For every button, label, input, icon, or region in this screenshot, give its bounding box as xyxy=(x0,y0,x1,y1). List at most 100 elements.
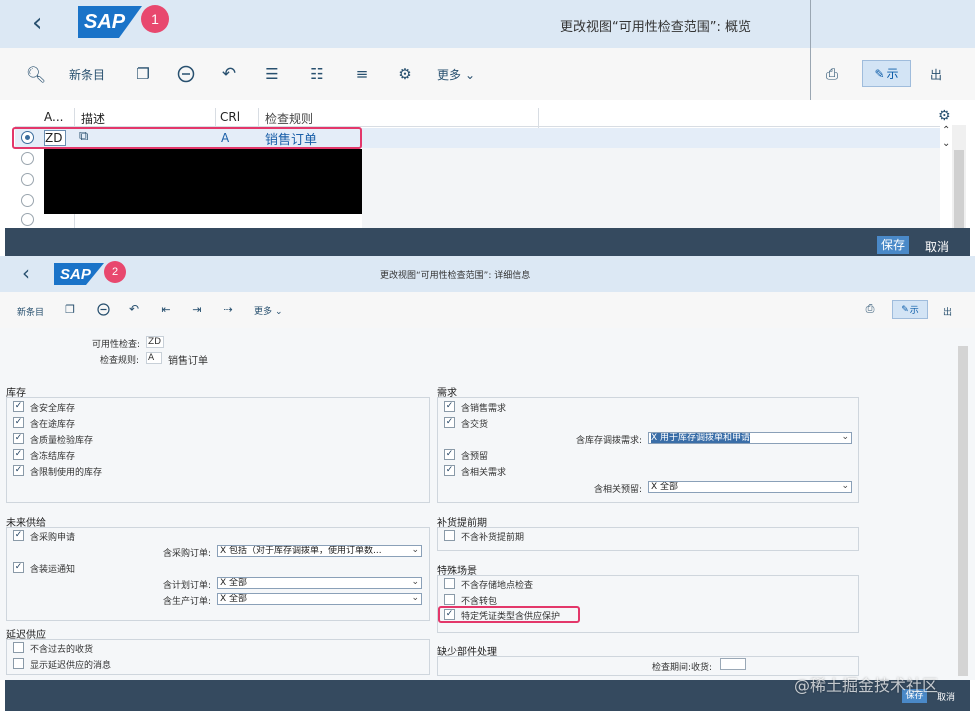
purchase-req-label: 含采购申请 xyxy=(30,533,76,543)
demand-cb-0[interactable]: ✓ xyxy=(444,401,455,412)
settings-print-icon[interactable]: ⚙︎ xyxy=(395,64,415,84)
special-cb-2[interactable]: ✓ xyxy=(444,609,455,620)
special-label-2: 特定凭证类型含供应保护 xyxy=(461,612,561,622)
top-scroll-thumb[interactable] xyxy=(954,150,964,228)
bottom-display-button[interactable]: ✎ 示 xyxy=(892,300,928,319)
top-footer-bar xyxy=(5,228,970,256)
stock-label-4: 含限制使用的库存 xyxy=(30,468,103,478)
scroll-up-icon[interactable]: ⌃ xyxy=(942,125,950,136)
undo-icon[interactable]: ↶ xyxy=(219,64,239,84)
purchase-req-cb[interactable]: ✓ xyxy=(13,530,24,541)
prod-order-select[interactable]: X 全部 ⌄ xyxy=(217,593,422,605)
check-period-input[interactable] xyxy=(720,658,746,670)
next-entry-icon[interactable]: ⇥ xyxy=(190,302,204,316)
bottom-cancel-button[interactable]: 取消 xyxy=(937,690,955,703)
row-select-radio-3[interactable] xyxy=(21,173,34,186)
top-display-label: 示 xyxy=(886,67,899,81)
replenish-cb[interactable] xyxy=(444,530,455,541)
delayed-cb-1[interactable] xyxy=(13,658,24,669)
related-reserve-select[interactable]: X 全部 ⌄ xyxy=(648,481,852,493)
top-display-button[interactable]: ✎ 示 xyxy=(862,60,911,87)
shipping-notice-label: 含装运通知 xyxy=(30,565,76,575)
top-cancel-button[interactable]: 取消 xyxy=(925,238,949,255)
transfer-chevron-icon: ⌄ xyxy=(841,432,849,442)
zoom-icon[interactable]: 🔍︎ xyxy=(26,64,46,84)
special-cb-1[interactable] xyxy=(444,594,455,605)
stock-cb-4[interactable]: ✓ xyxy=(13,465,24,476)
top-more-label: 更多 xyxy=(437,68,462,82)
transfer-demand-select[interactable]: X 用于库存调拨单和申请 ⌄ xyxy=(648,432,852,444)
bottom-delete-icon[interactable] xyxy=(96,302,110,316)
top-exit-button[interactable]: 出 xyxy=(930,66,942,83)
plan-order-select[interactable]: X 全部 ⌄ xyxy=(217,577,422,589)
chevron-down-icon: ⌄ xyxy=(465,68,476,82)
print-icon[interactable]: ⎙ xyxy=(822,64,842,84)
stock-cb-2[interactable]: ✓ xyxy=(13,433,24,444)
goto-icon[interactable]: ⇢ xyxy=(221,302,235,316)
bottom-chevron-down-icon: ⌄ xyxy=(275,307,283,317)
row-key-field[interactable]: ZD xyxy=(44,130,66,146)
redacted-rows xyxy=(44,149,362,214)
demand-cb-1[interactable]: ✓ xyxy=(444,417,455,428)
related-reserve-label: 含相关预留: xyxy=(594,485,643,495)
stock-label-1: 含在途库存 xyxy=(30,420,76,430)
watermark-text: @稀土掘金技术社区 xyxy=(794,676,939,695)
stock-cb-0[interactable]: ✓ xyxy=(13,401,24,412)
top-back-icon[interactable]: ‹ xyxy=(32,8,48,38)
bottom-print-icon[interactable]: ⎙ xyxy=(863,302,877,316)
copy-as-icon[interactable]: ❐ xyxy=(133,64,153,84)
bottom-page-title: 更改视图“可用性检查范围”: 详细信息 xyxy=(380,271,531,281)
row-select-radio-4[interactable] xyxy=(21,194,34,207)
demand-label-2: 含预留 xyxy=(461,452,489,462)
bottom-back-icon[interactable]: ‹ xyxy=(22,260,30,286)
demand-cb-3[interactable]: ✓ xyxy=(444,465,455,476)
avail-check-value: ZD xyxy=(146,336,164,348)
prev-entry-icon[interactable]: ⇤ xyxy=(159,302,173,316)
copy-icon[interactable]: ⧉ xyxy=(79,129,88,144)
stock-label-0: 含安全库存 xyxy=(30,404,76,414)
row-select-radio-2[interactable] xyxy=(21,152,34,165)
delete-icon[interactable] xyxy=(176,64,196,84)
bottom-scrollbar[interactable] xyxy=(958,346,968,676)
top-page-title: 更改视图“可用性检查范围”: 概览 xyxy=(560,20,751,35)
related-reserve-value: X 全部 xyxy=(651,482,679,492)
prod-order-label: 含生产订单: xyxy=(163,597,212,607)
replenish-label: 不含补货提前期 xyxy=(461,533,525,543)
plan-chevron-icon: ⌄ xyxy=(411,577,419,587)
bottom-more-menu[interactable]: 更多 ⌄ xyxy=(254,304,283,317)
demand-cb-2[interactable]: ✓ xyxy=(444,449,455,460)
plan-order-value: X 全部 xyxy=(220,578,248,588)
deselect-all-icon[interactable]: ≡ xyxy=(352,64,372,84)
special-cb-0[interactable] xyxy=(444,578,455,589)
bottom-toolbar xyxy=(0,292,975,328)
settings-icon[interactable]: ⚙︎ xyxy=(938,108,951,124)
bottom-undo-icon[interactable]: ↶ xyxy=(127,302,141,316)
row-select-radio-5[interactable] xyxy=(21,213,34,226)
delayed-cb-0[interactable] xyxy=(13,642,24,653)
bottom-copy-as-icon[interactable]: ❐ xyxy=(63,302,77,316)
scroll-down-icon[interactable]: ⌄ xyxy=(942,138,950,149)
bottom-exit-button[interactable]: 出 xyxy=(943,305,952,318)
bottom-magic-wand-icon: ✎ xyxy=(901,304,909,315)
row-select-radio-1[interactable] xyxy=(21,131,34,144)
demand-label-3: 含相关需求 xyxy=(461,468,507,478)
top-more-menu[interactable]: 更多 ⌄ xyxy=(437,66,475,83)
select-all-icon[interactable]: ☰ xyxy=(262,64,282,84)
check-period-label: 检查期间:收货: xyxy=(652,663,713,673)
po-label: 含采购订单: xyxy=(163,549,212,559)
stock-cb-3[interactable]: ✓ xyxy=(13,449,24,460)
stock-cb-1[interactable]: ✓ xyxy=(13,417,24,428)
top-save-button[interactable]: 保存 xyxy=(877,236,909,254)
row-crl-value: A xyxy=(221,131,230,145)
top-table-gray-band xyxy=(362,148,940,228)
bottom-new-entry-button[interactable]: 新条目 xyxy=(17,305,44,318)
magic-wand-icon: ✎ xyxy=(874,66,885,81)
bottom-display-label: 示 xyxy=(909,306,919,316)
po-value: X 包括（对于库存调拨单，使用订单数... xyxy=(220,546,382,556)
shipping-notice-cb[interactable]: ✓ xyxy=(13,562,24,573)
top-new-entry-button[interactable]: 新条目 xyxy=(69,66,105,83)
po-chevron-icon: ⌄ xyxy=(411,545,419,555)
select-block-icon[interactable]: ☷ xyxy=(307,64,327,84)
po-select[interactable]: X 包括（对于库存调拨单，使用订单数... ⌄ xyxy=(217,545,422,557)
top-col-crl: CRl xyxy=(220,110,241,124)
